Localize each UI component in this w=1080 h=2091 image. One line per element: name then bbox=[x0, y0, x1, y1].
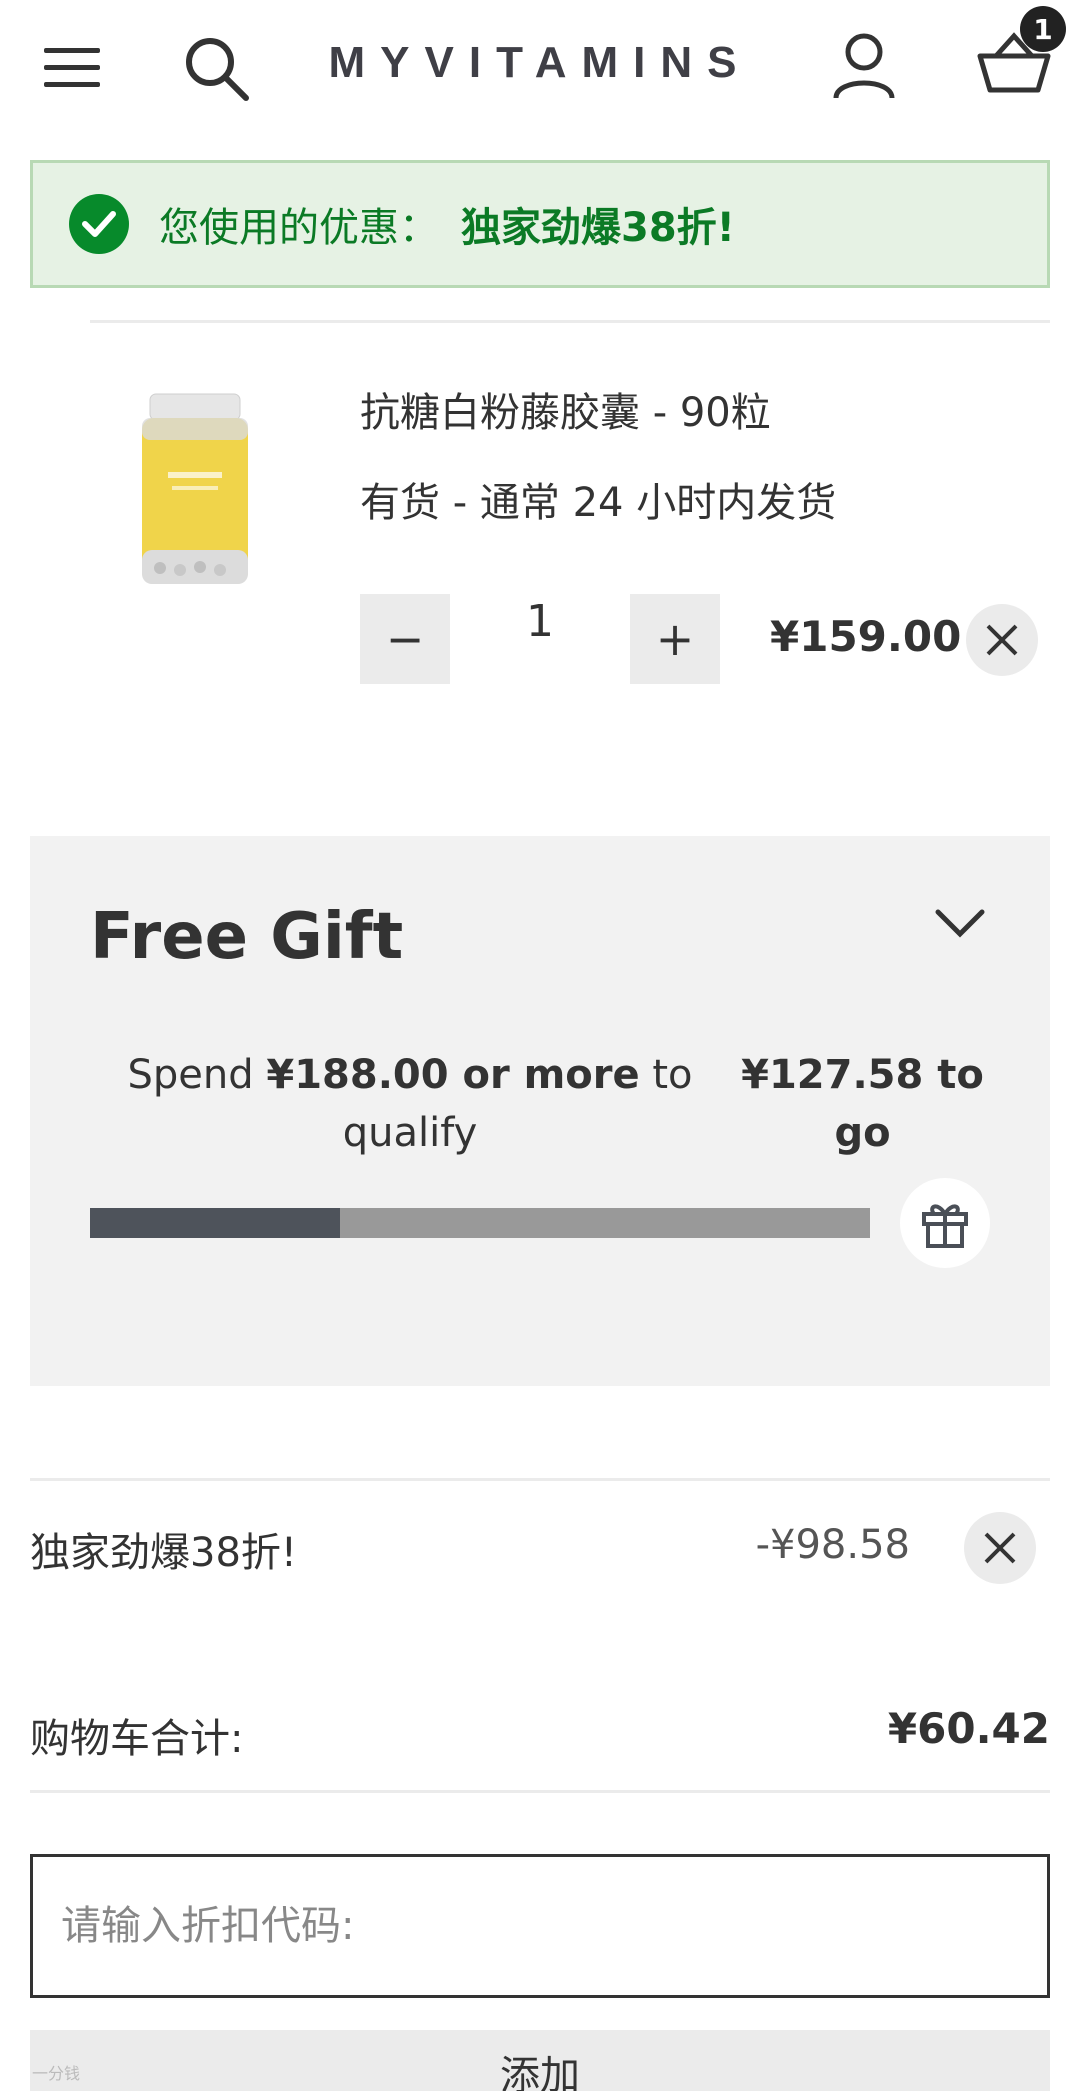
divider bbox=[90, 320, 1050, 323]
add-discount-button[interactable]: 添加 bbox=[30, 2030, 1050, 2091]
quantity-value[interactable]: 1 bbox=[450, 594, 630, 654]
basket-count-badge: 1 bbox=[1020, 6, 1066, 52]
discount-code-input[interactable] bbox=[30, 1854, 1050, 1998]
cart-total-value: ¥60.42 bbox=[887, 1704, 1050, 1753]
applied-promo-banner: 您使用的优惠： 独家劲爆38折! bbox=[30, 160, 1050, 288]
check-circle-icon bbox=[69, 194, 129, 254]
site-header: MYVITAMINS 1 bbox=[0, 0, 1080, 130]
free-gift-title: Free Gift bbox=[90, 900, 404, 974]
gift-icon bbox=[900, 1178, 990, 1268]
discount-amount: -¥98.58 bbox=[755, 1522, 910, 1568]
amount-to-go: ¥127.58 to go bbox=[741, 1052, 984, 1156]
cart-total-label: 购物车合计: bbox=[30, 1716, 244, 1762]
close-icon bbox=[986, 624, 1018, 656]
free-gift-threshold: Spend ¥188.00 or more to qualify bbox=[120, 1046, 700, 1162]
stock-status: 有货 - 通常 24 小时内发货 bbox=[360, 480, 837, 526]
divider bbox=[30, 1478, 1050, 1481]
discount-name: 独家劲爆38折! bbox=[30, 1530, 297, 1576]
spend-amount: ¥188.00 or more bbox=[266, 1052, 640, 1098]
account-icon[interactable] bbox=[832, 32, 896, 100]
divider bbox=[30, 1790, 1050, 1793]
product-image[interactable] bbox=[130, 390, 260, 590]
promo-value: 独家劲爆38折! bbox=[461, 205, 735, 251]
chevron-down-icon[interactable] bbox=[930, 900, 990, 950]
promo-label: 您使用的优惠： bbox=[159, 205, 439, 251]
watermark: 一分钱 bbox=[32, 2064, 81, 2083]
increase-quantity-button[interactable]: + bbox=[630, 594, 720, 684]
close-icon bbox=[984, 1532, 1016, 1564]
item-price: ¥159.00 bbox=[770, 612, 962, 661]
remove-item-button[interactable] bbox=[966, 604, 1038, 676]
site-logo[interactable]: MYVITAMINS bbox=[0, 38, 1080, 88]
remove-discount-button[interactable] bbox=[964, 1512, 1036, 1584]
gift-progress-bar bbox=[90, 1208, 870, 1238]
decrease-quantity-button[interactable]: − bbox=[360, 594, 450, 684]
product-name[interactable]: 抗糖白粉藤胶囊 - 90粒 bbox=[360, 380, 771, 438]
gift-progress-fill bbox=[90, 1208, 340, 1238]
spend-prefix: Spend bbox=[127, 1052, 267, 1098]
